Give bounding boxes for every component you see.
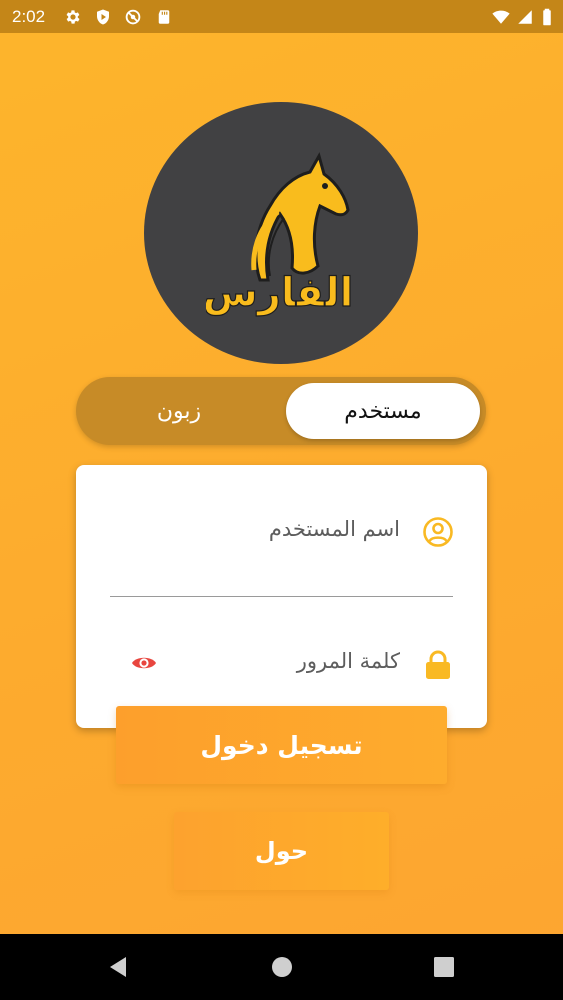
password-input[interactable]: كلمة المرور bbox=[220, 649, 400, 673]
user-circle-icon bbox=[423, 517, 453, 547]
login-card: اسم المستخدم كلمة المرور bbox=[76, 465, 487, 728]
toggle-option-customer[interactable]: زبون bbox=[82, 383, 276, 439]
lock-icon bbox=[426, 650, 450, 679]
toggle-option-customer-label: زبون bbox=[156, 398, 202, 424]
about-button-label: حول bbox=[254, 837, 309, 865]
login-button[interactable]: تسجيل دخول bbox=[116, 706, 447, 784]
logo-text: الفارس bbox=[206, 270, 353, 316]
signal-icon bbox=[518, 10, 532, 24]
about-button[interactable]: حول bbox=[174, 812, 389, 890]
play-protect-icon bbox=[97, 9, 109, 25]
gear-icon bbox=[66, 10, 80, 24]
recents-icon[interactable] bbox=[433, 956, 455, 978]
status-time: 2:02 bbox=[12, 7, 46, 26]
back-icon[interactable] bbox=[106, 955, 130, 979]
toggle-option-user[interactable]: مستخدم bbox=[286, 383, 480, 439]
sd-card-icon bbox=[158, 10, 170, 24]
password-placeholder: كلمة المرور bbox=[296, 649, 400, 673]
toggle-option-user-label: مستخدم bbox=[344, 398, 422, 424]
status-bar: 2:02 bbox=[0, 0, 563, 33]
battery-icon bbox=[543, 8, 551, 26]
login-button-label: تسجيل دخول bbox=[200, 730, 363, 760]
logo: الفارس bbox=[144, 102, 418, 364]
username-underline bbox=[110, 596, 453, 597]
account-type-toggle[interactable]: زبون مستخدم bbox=[76, 377, 486, 445]
horse-head-icon: الفارس bbox=[206, 152, 354, 317]
navigation-bar bbox=[0, 934, 563, 1000]
no-sync-icon bbox=[125, 9, 141, 25]
eye-icon[interactable] bbox=[131, 654, 157, 672]
home-icon[interactable] bbox=[270, 955, 294, 979]
username-input[interactable]: اسم المستخدم bbox=[170, 517, 400, 541]
wifi-icon bbox=[492, 10, 510, 24]
username-placeholder: اسم المستخدم bbox=[268, 517, 400, 541]
